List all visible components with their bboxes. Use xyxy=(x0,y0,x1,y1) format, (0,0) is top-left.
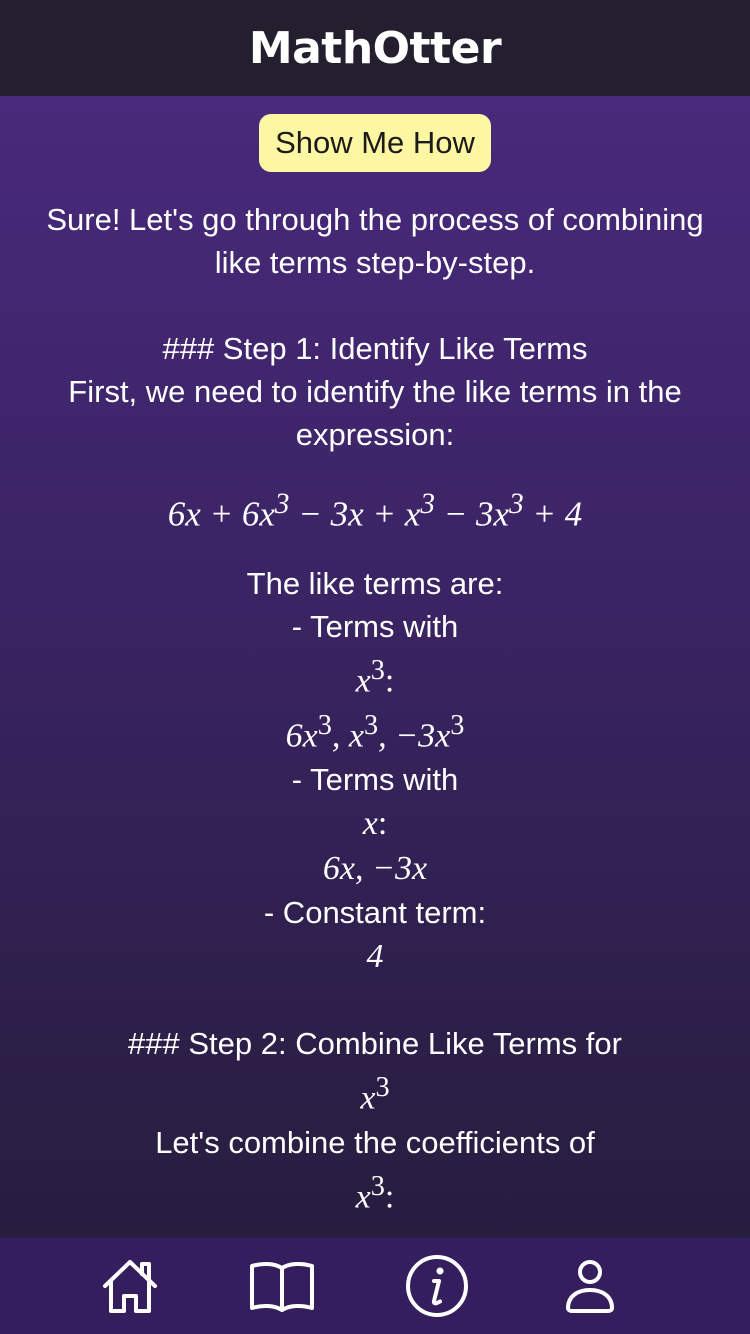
assistant-message: Sure! Let's go through the process of co… xyxy=(0,172,750,1219)
nav-info-button[interactable] xyxy=(403,1254,471,1318)
step2-x3-math: x3 xyxy=(360,1072,390,1117)
step1-text: First, we need to identify the like term… xyxy=(68,374,682,452)
x-variable-math: x: xyxy=(362,805,388,843)
nav-home-button[interactable] xyxy=(96,1254,164,1318)
step2-x3-colon-math: x3: xyxy=(355,1170,395,1215)
user-icon xyxy=(566,1260,614,1313)
constant-term-label: - Constant term: xyxy=(263,895,487,931)
terms-with-x3-label: - Terms with xyxy=(291,608,459,644)
step2-text: Let's combine the coefficients of xyxy=(155,1124,595,1160)
home-icon xyxy=(103,1260,157,1313)
step2-heading: ### Step 2: Combine Like Terms for xyxy=(128,1026,622,1062)
app-title: MathOtter xyxy=(248,22,502,74)
chat-content[interactable]: Show Me How Sure! Let's go through the p… xyxy=(0,96,750,1238)
x3-terms-math: 6x3, x3, −3x3 xyxy=(285,709,465,755)
expression-math: 6x + 6x3 − 3x + x3 − 3x3 + 4 xyxy=(167,488,583,534)
step1-heading: ### Step 1: Identify Like Terms xyxy=(162,331,588,366)
x3-variable-math: x3: xyxy=(355,654,395,699)
intro-text: Sure! Let's go through the process of co… xyxy=(46,202,704,280)
book-icon xyxy=(250,1261,314,1312)
show-me-how-button[interactable]: Show Me How xyxy=(259,114,491,172)
x-terms-math: 6x, −3x xyxy=(322,850,428,888)
nav-library-button[interactable] xyxy=(248,1254,316,1318)
bottom-nav xyxy=(0,1238,750,1334)
constant-value-math: 4 xyxy=(366,938,384,976)
like-terms-label: The like terms are: xyxy=(246,565,504,601)
info-icon xyxy=(406,1255,468,1317)
nav-profile-button[interactable] xyxy=(556,1254,624,1318)
app-header: MathOtter xyxy=(0,0,750,96)
terms-with-x-label: - Terms with xyxy=(291,762,459,798)
